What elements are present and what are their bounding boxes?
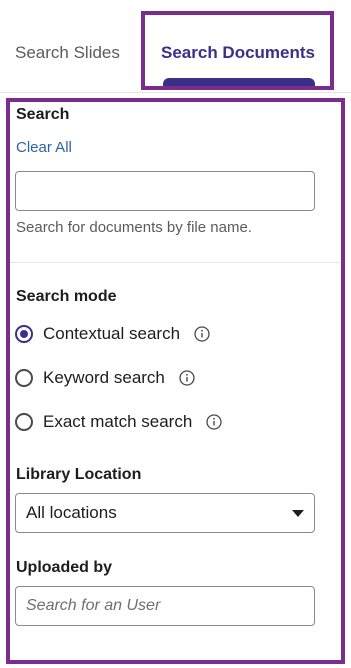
search-mode-title: Search mode — [16, 288, 117, 305]
uploaded-by-search-input[interactable] — [15, 586, 315, 626]
radio-keyword-search[interactable]: Keyword search — [15, 367, 195, 389]
info-icon[interactable] — [206, 414, 222, 430]
radio-contextual-search[interactable]: Contextual search — [15, 323, 210, 345]
info-icon[interactable] — [179, 370, 195, 386]
radio-button[interactable] — [15, 369, 33, 387]
radio-button[interactable] — [15, 413, 33, 431]
section-divider — [10, 262, 341, 263]
tab-search-documents[interactable]: Search Documents — [161, 43, 315, 63]
library-location-value: All locations — [26, 503, 117, 522]
tab-divider — [0, 92, 351, 93]
uploaded-by-title: Uploaded by — [16, 559, 113, 576]
search-input[interactable] — [15, 171, 315, 211]
radio-label-keyword: Keyword search — [43, 368, 165, 387]
search-helper-text: Search for documents by file name. — [16, 219, 252, 236]
active-tab-indicator — [163, 78, 315, 86]
radio-button-checked[interactable] — [15, 325, 33, 343]
info-icon[interactable] — [194, 326, 210, 342]
radio-exact-match-search[interactable]: Exact match search — [15, 411, 222, 433]
clear-all-link[interactable]: Clear All — [16, 139, 72, 156]
radio-label-exact-match: Exact match search — [43, 412, 193, 431]
search-panel-page: Search Slides Search Documents Search Cl… — [0, 0, 351, 668]
search-section-title: Search — [16, 106, 70, 123]
tab-bar: Search Slides Search Documents — [0, 0, 351, 93]
tab-search-slides[interactable]: Search Slides — [15, 43, 120, 63]
radio-label-contextual: Contextual search — [43, 324, 181, 343]
library-location-select[interactable]: All locations — [15, 493, 315, 533]
caret-down-icon — [292, 509, 304, 517]
library-location-title: Library Location — [16, 466, 142, 483]
